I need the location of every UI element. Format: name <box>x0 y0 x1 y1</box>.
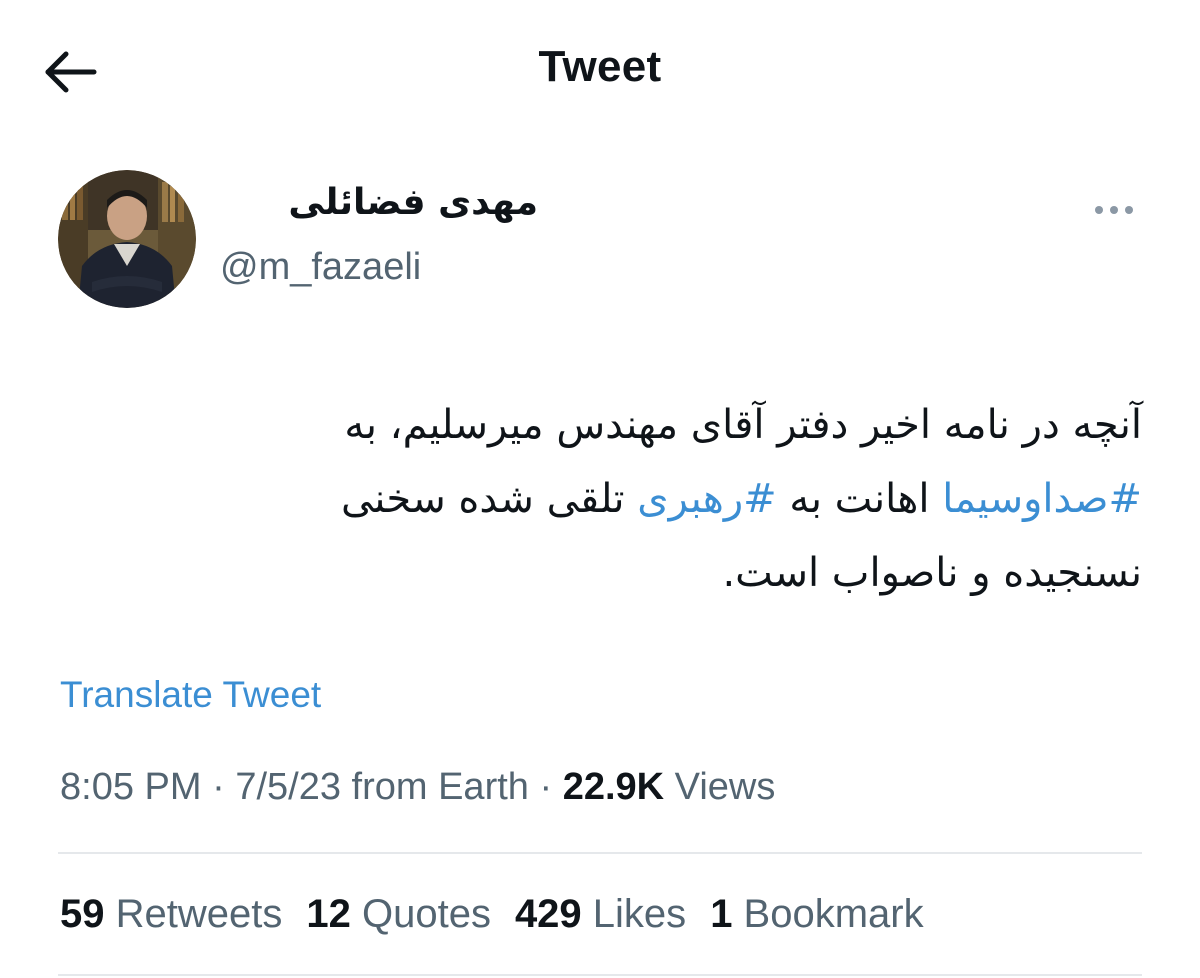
separator: · <box>201 766 236 808</box>
tweet-text-fragment: تلقی شده سخنی <box>340 476 638 522</box>
retweets-stat[interactable]: 59 Retweets <box>60 892 282 937</box>
avatar[interactable] <box>58 170 196 308</box>
avatar-photo-icon <box>58 170 196 308</box>
quotes-stat[interactable]: 12 Quotes <box>306 892 491 937</box>
likes-stat[interactable]: 429 Likes <box>515 892 686 937</box>
views-label: Views <box>664 766 776 808</box>
tweet-text-fragment: اهانت به <box>776 476 943 522</box>
likes-label: Likes <box>581 892 687 936</box>
likes-count: 429 <box>514 892 582 936</box>
engagement-stats: 59 Retweets 12 Quotes 429 Likes 1 Bookmark <box>60 892 948 937</box>
retweets-count: 59 <box>60 892 105 936</box>
more-options-button[interactable] <box>1092 198 1142 222</box>
page-title: Tweet <box>538 42 662 91</box>
tweet-date[interactable]: 7/5/23 <box>235 766 341 808</box>
tweet-text-line: نسنجیده و ناصواب است. <box>722 550 1142 596</box>
views-count: 22.9K <box>562 766 665 808</box>
quotes-label: Quotes <box>350 892 491 936</box>
bookmarks-label: Bookmark <box>732 892 924 936</box>
user-handle[interactable]: @m_fazaeli <box>220 246 421 289</box>
tweet-text: آنچه در نامه اخیر دفتر آقای مهندس میرسلی… <box>170 388 1142 610</box>
separator: · <box>528 766 563 808</box>
tweet-page: Tweet مهدی فضائلی @m_fazaeli آنچه در نام… <box>0 0 1200 978</box>
quotes-count: 12 <box>306 892 351 936</box>
translate-tweet-link[interactable]: Translate Tweet <box>60 674 321 716</box>
bookmarks-stat[interactable]: 1 Bookmark <box>710 892 923 937</box>
hashtag-link[interactable]: #رهبری <box>637 476 776 522</box>
tweet-metadata: 8:05 PM · 7/5/23 from Earth · 22.9K View… <box>60 766 775 809</box>
more-horizontal-icon <box>1095 206 1133 214</box>
hashtag-link[interactable]: #صداوسیما <box>942 476 1142 522</box>
tweet-time[interactable]: 8:05 PM <box>60 766 202 808</box>
bookmarks-count: 1 <box>710 892 733 936</box>
retweets-label: Retweets <box>104 892 283 936</box>
divider <box>58 852 1142 854</box>
tweet-source: from Earth <box>340 766 529 808</box>
display-name[interactable]: مهدی فضائلی <box>218 182 538 223</box>
divider <box>58 974 1142 976</box>
tweet-text-line: آنچه در نامه اخیر دفتر آقای مهندس میرسلی… <box>344 402 1142 448</box>
